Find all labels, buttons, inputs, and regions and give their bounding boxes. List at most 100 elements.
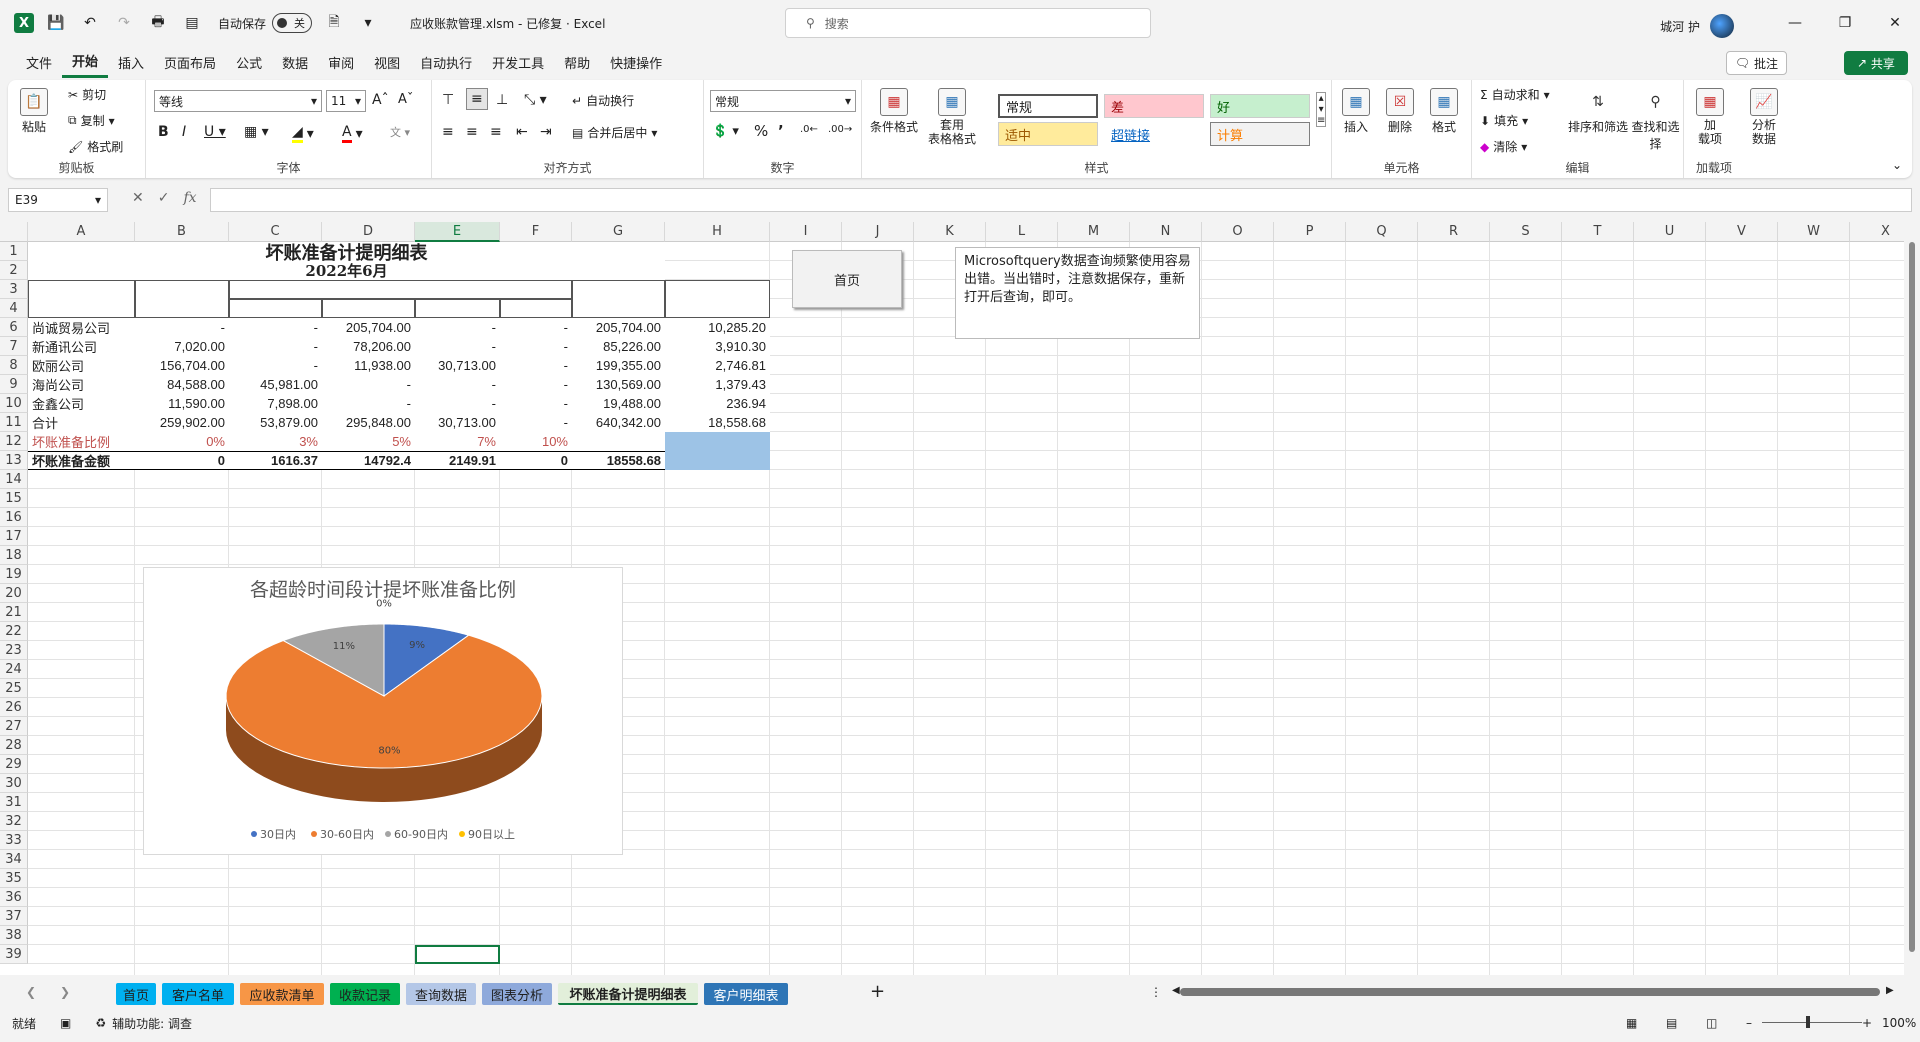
menu-tab-0[interactable]: 文件: [16, 46, 62, 78]
row-header[interactable]: 17: [0, 527, 28, 546]
row-header[interactable]: 27: [0, 717, 28, 736]
value-cell[interactable]: 1,379.43: [665, 375, 770, 394]
sheet-tab[interactable]: 收款记录: [330, 983, 400, 1005]
customer-name-cell[interactable]: 欧丽公司: [28, 356, 135, 375]
sheet-tab[interactable]: 客户名单: [162, 983, 234, 1005]
home-button[interactable]: 首页: [792, 250, 902, 308]
amount-cell[interactable]: 0: [500, 451, 572, 470]
phonetic-icon[interactable]: 文 ▾: [390, 124, 410, 140]
customize-qat-icon[interactable]: ▾: [356, 11, 380, 35]
value-cell[interactable]: 2,746.81: [665, 356, 770, 375]
note-textbox[interactable]: Microsoftquery数据查询频繁使用容易出错。当出错时，注意数据保存，重…: [955, 247, 1200, 339]
value-cell[interactable]: 236.94: [665, 394, 770, 413]
value-cell[interactable]: -: [415, 337, 500, 356]
sheet-tab[interactable]: 应收款清单: [240, 983, 324, 1005]
normal-view-icon[interactable]: ▦: [1626, 1016, 1637, 1030]
border-icon[interactable]: ▦ ▾: [244, 124, 269, 140]
column-header[interactable]: D: [322, 222, 415, 242]
value-cell[interactable]: -: [500, 318, 572, 337]
ratio-cell[interactable]: [572, 432, 665, 451]
font-size-select[interactable]: 11 ▾: [326, 90, 366, 112]
row-header[interactable]: 2: [0, 261, 28, 280]
ratio-cell[interactable]: 3%: [229, 432, 322, 451]
value-cell[interactable]: 78,206.00: [322, 337, 415, 356]
column-header[interactable]: J: [842, 222, 914, 242]
column-header[interactable]: F: [500, 222, 572, 242]
align-bottom-icon[interactable]: ⊥: [496, 92, 508, 108]
grow-font-icon[interactable]: Aˆ: [372, 92, 389, 108]
row-header[interactable]: 34: [0, 850, 28, 869]
sheet-tab[interactable]: 坏账准备计提明细表: [558, 983, 698, 1005]
value-cell[interactable]: -: [415, 375, 500, 394]
value-cell[interactable]: 156,704.00: [135, 356, 229, 375]
zoom-slider[interactable]: [1762, 1022, 1862, 1023]
format-painter-button[interactable]: 🖌 格式刷: [68, 138, 123, 155]
cancel-icon[interactable]: ✕: [132, 190, 144, 206]
row-header[interactable]: 9: [0, 375, 28, 394]
copy-button[interactable]: ⧉ 复制 ▾: [68, 112, 115, 129]
amount-cell[interactable]: 0: [135, 451, 229, 470]
zoom-out-icon[interactable]: –: [1746, 1016, 1752, 1030]
header-credit[interactable]: 信用期内: [135, 280, 229, 318]
value-cell[interactable]: 10,285.20: [665, 318, 770, 337]
sheet-tab[interactable]: 首页: [116, 983, 156, 1005]
scroll-left-icon[interactable]: ◀: [1172, 985, 1180, 996]
column-header[interactable]: V: [1706, 222, 1778, 242]
shrink-font-icon[interactable]: Aˇ: [398, 92, 413, 107]
next-sheet-icon[interactable]: ❯: [60, 985, 70, 999]
row-header[interactable]: 19: [0, 565, 28, 584]
customer-name-cell[interactable]: 金鑫公司: [28, 394, 135, 413]
header-provision[interactable]: 提取坏账准备: [665, 280, 770, 318]
column-header[interactable]: N: [1130, 222, 1202, 242]
value-cell[interactable]: 19,488.00: [572, 394, 665, 413]
value-cell[interactable]: -: [415, 318, 500, 337]
value-cell[interactable]: -: [500, 394, 572, 413]
column-header[interactable]: P: [1274, 222, 1346, 242]
sheet-date[interactable]: 2022年6月: [28, 261, 665, 280]
value-cell[interactable]: 295,848.00: [322, 413, 415, 432]
value-cell[interactable]: 130,569.00: [572, 375, 665, 394]
column-header[interactable]: K: [914, 222, 986, 242]
align-top-icon[interactable]: ⊤: [442, 92, 454, 108]
user-account[interactable]: 城河 护: [1660, 14, 1734, 38]
row-header[interactable]: 18: [0, 546, 28, 565]
value-cell[interactable]: 84,588.00: [135, 375, 229, 394]
row-header[interactable]: 29: [0, 755, 28, 774]
ratio-cell[interactable]: 7%: [415, 432, 500, 451]
fill-color-icon[interactable]: ◢ ▾: [292, 124, 314, 143]
print-preview-icon[interactable]: 🖶: [146, 11, 170, 35]
customer-name-cell[interactable]: 合计: [28, 413, 135, 432]
menu-tab-7[interactable]: 视图: [364, 46, 410, 78]
increase-decimal-icon[interactable]: .0←: [800, 124, 818, 135]
italic-icon[interactable]: I: [182, 124, 186, 140]
value-cell[interactable]: -: [500, 375, 572, 394]
column-header[interactable]: T: [1562, 222, 1634, 242]
value-cell[interactable]: 205,704.00: [572, 318, 665, 337]
column-header[interactable]: C: [229, 222, 322, 242]
value-cell[interactable]: -: [229, 356, 322, 375]
page-layout-icon[interactable]: ▤: [1666, 1016, 1677, 1030]
row-header[interactable]: 36: [0, 888, 28, 907]
row-header[interactable]: 1: [0, 242, 28, 261]
value-cell[interactable]: 11,938.00: [322, 356, 415, 375]
align-center-icon[interactable]: ≡: [466, 124, 478, 140]
bold-icon[interactable]: B: [158, 124, 169, 140]
column-header[interactable]: M: [1058, 222, 1130, 242]
style-neutral[interactable]: 适中: [998, 122, 1098, 146]
row-header[interactable]: 22: [0, 622, 28, 641]
row-header[interactable]: 33: [0, 831, 28, 850]
row-header[interactable]: 28: [0, 736, 28, 755]
customer-name-cell[interactable]: 海尚公司: [28, 375, 135, 394]
amount-cell[interactable]: 18558.68: [572, 451, 665, 470]
sheet-title[interactable]: 坏账准备计提明细表: [28, 242, 665, 261]
selected-range[interactable]: [665, 432, 770, 470]
row-header[interactable]: 20: [0, 584, 28, 603]
row-header[interactable]: 30: [0, 774, 28, 793]
align-right-icon[interactable]: ≡: [490, 124, 502, 140]
value-cell[interactable]: -: [322, 375, 415, 394]
column-header[interactable]: X: [1850, 222, 1904, 242]
customer-name-cell[interactable]: 新通讯公司: [28, 337, 135, 356]
new-file-icon[interactable]: 🗎: [322, 11, 346, 35]
value-cell[interactable]: -: [229, 318, 322, 337]
restore-icon[interactable]: ❐: [1820, 0, 1870, 46]
